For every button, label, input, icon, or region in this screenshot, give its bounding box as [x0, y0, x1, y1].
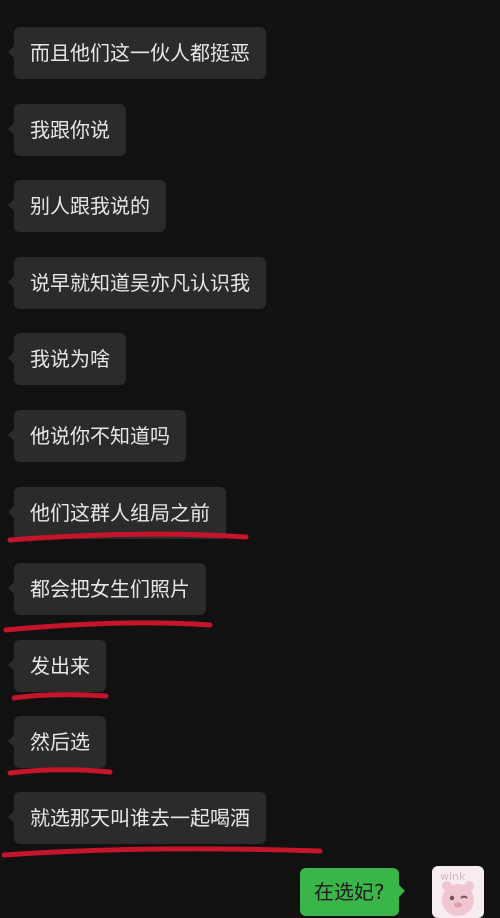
message-text: 别人跟我说的	[30, 194, 150, 218]
incoming-message[interactable]: 他说你不知道吗	[8, 410, 186, 462]
outgoing-message[interactable]: 在选妃?	[300, 868, 405, 916]
message-text: 他们这群人组局之前	[30, 501, 210, 525]
message-text: 他说你不知道吗	[30, 424, 170, 448]
underline-2	[3, 620, 213, 633]
message-text: 就选那天叫谁去一起喝酒	[30, 806, 250, 830]
message-text: 说早就知道吴亦凡认识我	[30, 271, 250, 295]
message-text: 而且他们这一伙人都挺恶	[30, 41, 250, 65]
message-text: 我说为啥	[30, 347, 110, 371]
incoming-message[interactable]: 他们这群人组局之前	[8, 487, 226, 539]
incoming-message[interactable]: 都会把女生们照片	[8, 563, 206, 615]
underline-5	[1, 846, 323, 858]
incoming-message[interactable]: 别人跟我说的	[8, 180, 166, 232]
message-text: 都会把女生们照片	[30, 577, 190, 601]
message-text: 我跟你说	[30, 118, 110, 142]
message-text: 然后选	[30, 730, 90, 754]
incoming-message[interactable]: 就选那天叫谁去一起喝酒	[8, 792, 266, 844]
incoming-message[interactable]: 我跟你说	[8, 104, 126, 156]
message-text: 发出来	[30, 654, 90, 678]
user-avatar[interactable]: wink	[432, 866, 484, 918]
incoming-message[interactable]: 我说为啥	[8, 333, 126, 385]
incoming-message[interactable]: 然后选	[8, 716, 106, 768]
incoming-message[interactable]: 说早就知道吴亦凡认识我	[8, 257, 266, 309]
underline-3	[11, 692, 109, 701]
chat-window: 而且他们这一伙人都挺恶 我跟你说 别人跟我说的 说早就知道吴亦凡认识我 我说为啥…	[0, 0, 500, 918]
message-text: 在选妃?	[314, 880, 385, 904]
incoming-message[interactable]: 发出来	[8, 640, 106, 692]
sticker-avatar-icon: wink	[440, 870, 466, 883]
underline-4	[7, 767, 113, 776]
incoming-message[interactable]: 而且他们这一伙人都挺恶	[8, 27, 266, 79]
